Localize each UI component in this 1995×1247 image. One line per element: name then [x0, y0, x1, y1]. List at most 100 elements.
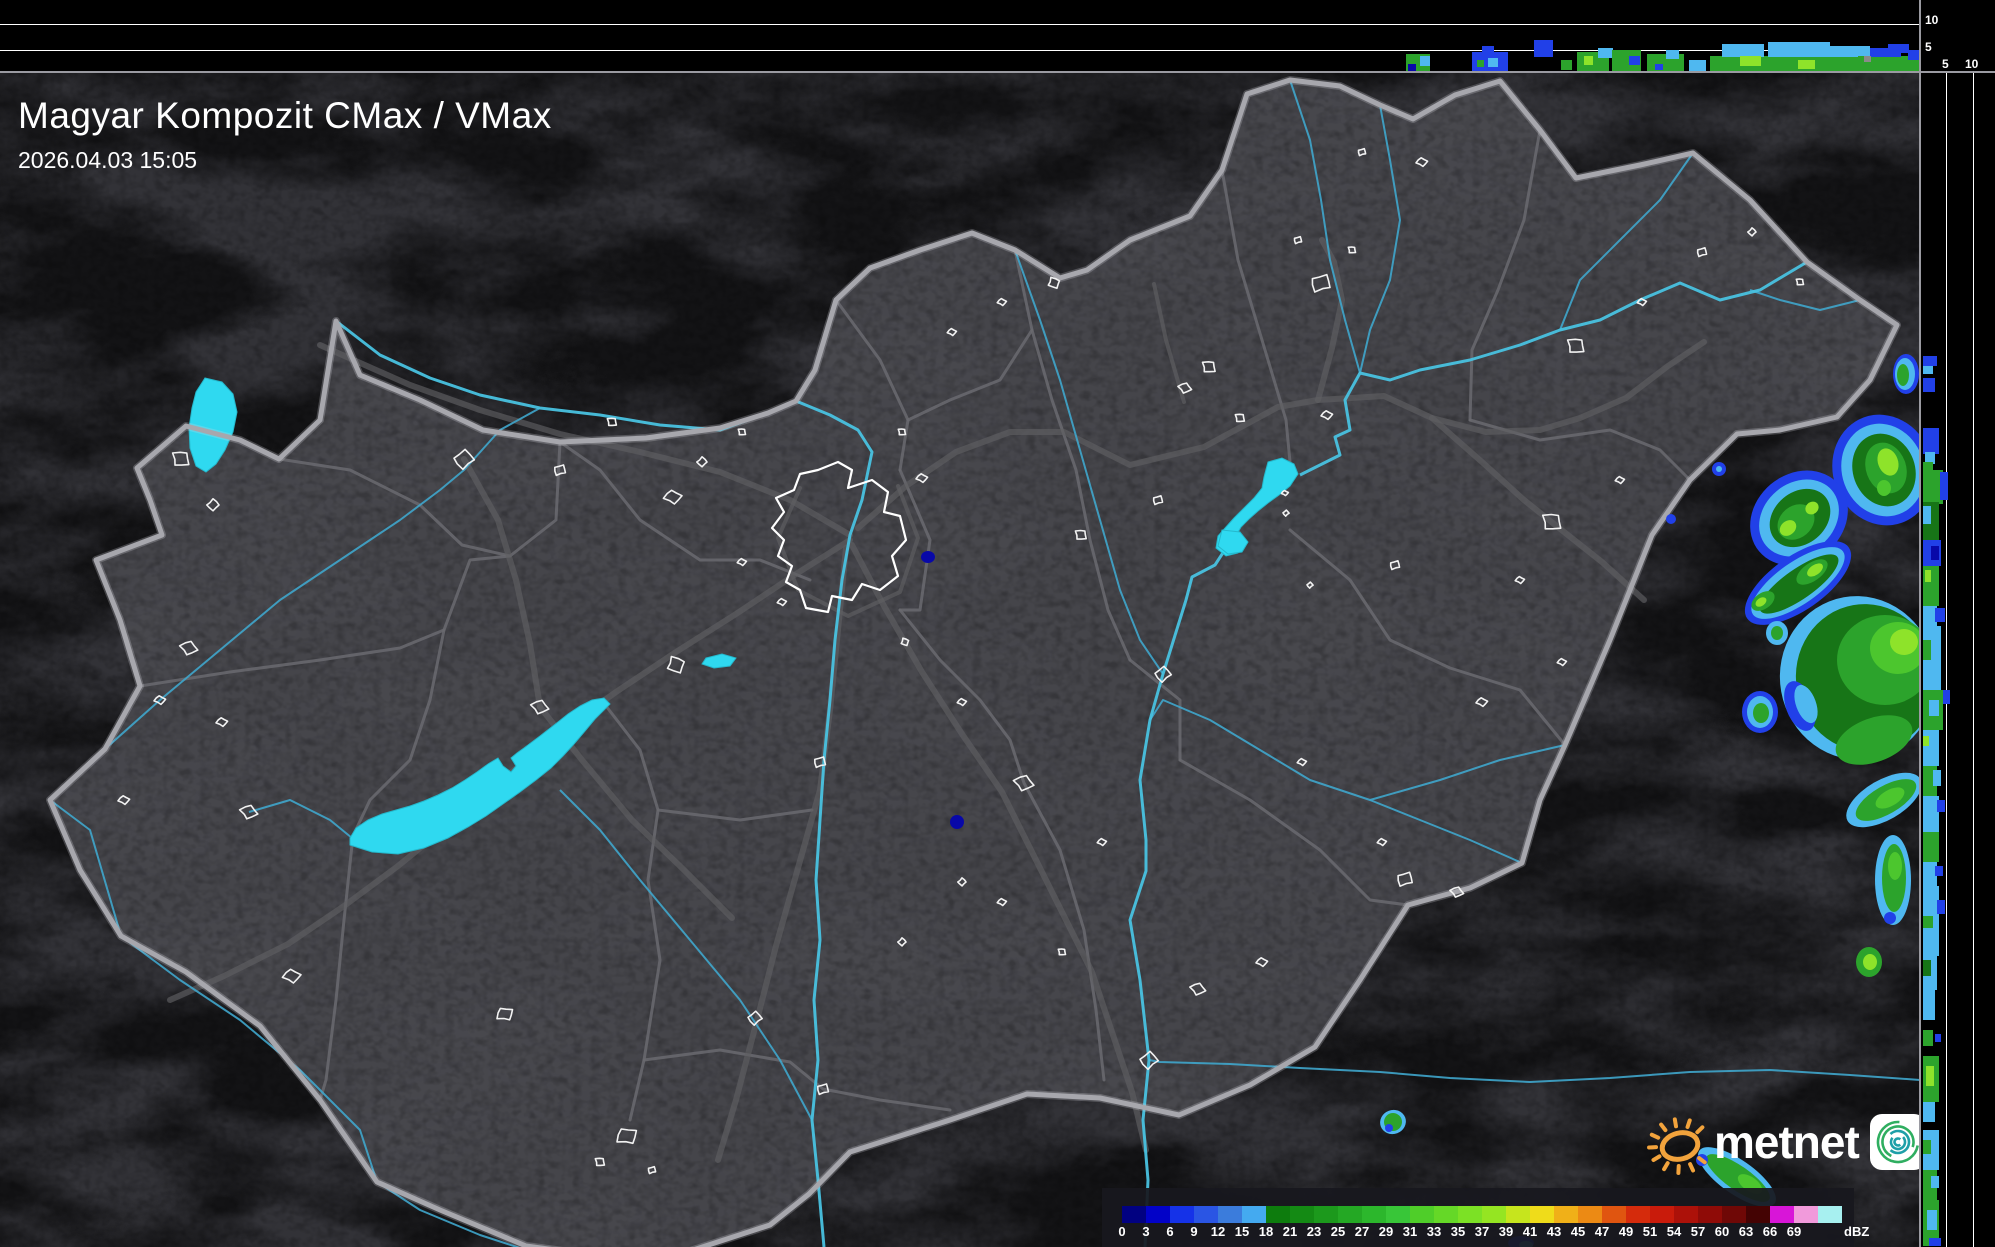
vmax-echo-segment [1488, 58, 1498, 67]
legend-tick-label: 23 [1307, 1224, 1321, 1239]
legend-color-cell [1362, 1206, 1386, 1223]
axis-corner: 10 5 5 10 [1921, 0, 1995, 73]
legend-color-cell [1242, 1206, 1266, 1223]
vmax-echo-segment [1935, 608, 1945, 622]
sun-icon [1646, 1104, 1712, 1180]
vmax-echo-segment [1598, 48, 1613, 58]
panel-divider-horizontal [0, 71, 1995, 73]
vmax-echo-segment [1420, 56, 1430, 66]
legend-color-cell [1314, 1206, 1338, 1223]
title-block: Magyar Kompozit CMax / VMax 2026.04.03 1… [18, 95, 552, 174]
legend-tick-label: 47 [1595, 1224, 1609, 1239]
vmax-echo-segment [1923, 832, 1939, 862]
vmax-echo-segment [1655, 64, 1663, 70]
vmax-echo-segment [1689, 60, 1706, 71]
distance-gridline [1973, 73, 1974, 1247]
legend-tick-label: 43 [1547, 1224, 1561, 1239]
vmax-echo-segment [1923, 1140, 1931, 1154]
legend-tick-label: 63 [1739, 1224, 1753, 1239]
legend-tick-label: 69 [1787, 1224, 1801, 1239]
vmax-echo-segment [1534, 40, 1553, 57]
vmax-echo-segment [1666, 50, 1679, 59]
legend-tick-label: 57 [1691, 1224, 1705, 1239]
metnet-wordmark[interactable]: metnet [1714, 1115, 1859, 1169]
radar-map: Magyar Kompozit CMax / VMax 2026.04.03 1… [0, 73, 1921, 1247]
legend-color-cell [1626, 1206, 1650, 1223]
metnet-logo[interactable]: metnet [1646, 1100, 1921, 1184]
radar-echo [1890, 629, 1918, 655]
legend-tick-label: 45 [1571, 1224, 1585, 1239]
radar-echo [1877, 480, 1891, 496]
legend-tick-label: 39 [1499, 1224, 1513, 1239]
vmax-echo-segment [1768, 42, 1830, 57]
vmax-echo-segment [1923, 1102, 1935, 1122]
terrain-grain [0, 73, 1921, 1247]
legend-tick-label: 18 [1259, 1224, 1273, 1239]
vmax-echo-segment [1923, 378, 1935, 392]
vmax-echo-segment [1584, 56, 1593, 65]
radar-echo [1385, 1124, 1393, 1132]
legend-color-cell [1146, 1206, 1170, 1223]
legend-color-cell [1290, 1206, 1314, 1223]
vmax-echo-segment [1923, 736, 1929, 746]
legend-tick-label: 27 [1355, 1224, 1369, 1239]
vmax-echo-segment [1933, 770, 1941, 786]
altitude-tick-10: 10 [1925, 14, 1938, 26]
vmax-echo-segment [1629, 56, 1640, 65]
vmax-echo-segment [1561, 60, 1572, 70]
vmax-echo-segment [1937, 900, 1945, 914]
vmax-echo-segment [1740, 56, 1761, 66]
legend-color-cell [1458, 1206, 1482, 1223]
legend-tick-label: 12 [1211, 1224, 1225, 1239]
radar-echo [1771, 626, 1783, 640]
metnet-app-icon[interactable] [1869, 1113, 1921, 1171]
radar-echo [1884, 912, 1896, 924]
altitude-tick-5: 5 [1925, 41, 1932, 53]
radar-echo [921, 551, 935, 563]
vmax-echo-segment [1923, 916, 1933, 928]
legend-tick-label: 49 [1619, 1224, 1633, 1239]
legend-color-cell [1482, 1206, 1506, 1223]
legend-tick-label: 35 [1451, 1224, 1465, 1239]
vmax-echo-segment [1710, 56, 1862, 71]
legend-color-cell [1530, 1206, 1554, 1223]
legend-color-cell [1794, 1206, 1818, 1223]
distance-gridline [1946, 73, 1947, 1247]
vmax-echo-segment [1923, 1030, 1933, 1046]
legend-color-cell [1818, 1206, 1842, 1223]
vmax-right-cross-section-panel [1921, 73, 1995, 1247]
vmax-echo-segment [1926, 1066, 1934, 1086]
vmax-echo-segment [1923, 960, 1931, 976]
hungary-map-canvas [0, 73, 1921, 1247]
radar-echo [1863, 954, 1877, 970]
legend-color-cell [1434, 1206, 1458, 1223]
dbz-legend: 0369121518212325272931333537394143454749… [1102, 1188, 1854, 1247]
vmax-echo-segment [1935, 866, 1943, 876]
legend-color-cell [1698, 1206, 1722, 1223]
legend-tick-label: 33 [1427, 1224, 1441, 1239]
vmax-echo-segment [1929, 1238, 1941, 1246]
legend-color-cell [1506, 1206, 1530, 1223]
radar-echo [1666, 514, 1676, 524]
distance-tick-10: 10 [1965, 58, 1978, 70]
legend-tick-label: 3 [1142, 1224, 1149, 1239]
legend-tick-label: 6 [1166, 1224, 1173, 1239]
legend-tick-label: 31 [1403, 1224, 1417, 1239]
panel-divider-vertical [1919, 0, 1921, 1247]
legend-color-cell [1170, 1206, 1194, 1223]
vmax-echo-segment [1923, 640, 1931, 660]
legend-color-cell [1194, 1206, 1218, 1223]
legend-unit-label: dBZ [1844, 1224, 1869, 1239]
radar-echo [1888, 852, 1902, 880]
vmax-echo-segment [1923, 506, 1931, 524]
legend-tick-label: 37 [1475, 1224, 1489, 1239]
legend-color-cell [1338, 1206, 1362, 1223]
vmax-echo-segment [1931, 546, 1939, 560]
legend-tick-label: 21 [1283, 1224, 1297, 1239]
legend-tick-label: 60 [1715, 1224, 1729, 1239]
timestamp: 2026.04.03 15:05 [18, 147, 552, 174]
radar-echo [1716, 466, 1722, 472]
legend-tick-label: 9 [1190, 1224, 1197, 1239]
vmax-echo-segment [1477, 60, 1484, 67]
legend-tick-label: 15 [1235, 1224, 1249, 1239]
